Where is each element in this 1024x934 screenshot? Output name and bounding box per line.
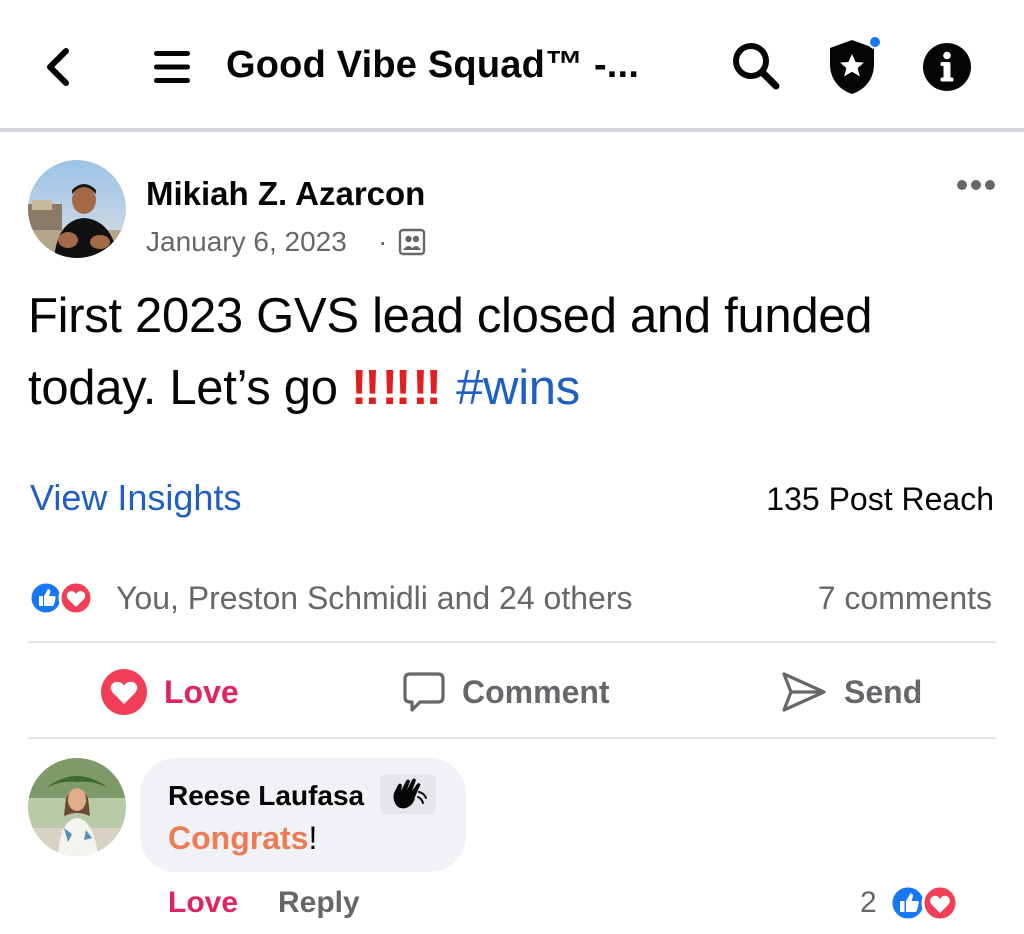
- menu-button[interactable]: [148, 42, 196, 92]
- author-avatar[interactable]: [28, 160, 126, 258]
- comment-icon: [403, 672, 445, 712]
- admin-shield-icon: [830, 35, 882, 94]
- like-reaction-icon: [889, 884, 927, 922]
- post-reach: 135 Post Reach: [766, 481, 994, 517]
- more-icon: [957, 180, 995, 190]
- waving-hand-icon: [393, 778, 427, 809]
- comment-highlight: Congrats: [168, 820, 309, 856]
- group-info-button[interactable]: [920, 40, 974, 94]
- love-reaction-icon: [58, 580, 94, 616]
- post-author-name[interactable]: Mikiah Z. Azarcon: [146, 174, 425, 214]
- hashtag-link[interactable]: #wins: [456, 361, 580, 415]
- send-icon: [782, 672, 826, 712]
- comment-reply-button[interactable]: Reply: [278, 884, 360, 922]
- comment-reactions[interactable]: [888, 884, 972, 922]
- search-button[interactable]: [728, 38, 784, 94]
- comment-button[interactable]: Comment: [402, 662, 610, 722]
- commenter-photo: [28, 758, 126, 856]
- like-reaction-icon: [28, 580, 64, 616]
- back-button[interactable]: [36, 42, 80, 92]
- group-audience-icon: [398, 228, 426, 256]
- post-body: First 2023 GVS lead closed and funded to…: [28, 280, 1008, 424]
- reaction-icons[interactable]: [28, 580, 108, 616]
- commenter-avatar[interactable]: [28, 758, 126, 856]
- comment-text: Congrats!: [168, 818, 317, 858]
- info-icon: [923, 43, 971, 91]
- group-title[interactable]: Good Vibe Squad™ -...: [226, 40, 639, 90]
- meta-separator: ·: [378, 226, 388, 257]
- back-icon: [47, 48, 69, 86]
- send-button[interactable]: Send: [780, 662, 922, 722]
- comments-count[interactable]: 7 comments: [818, 578, 992, 618]
- love-reaction-icon: [921, 884, 959, 922]
- admin-tools-button[interactable]: [822, 34, 882, 98]
- love-button[interactable]: Love: [100, 662, 239, 722]
- divider: [28, 737, 996, 739]
- post-date[interactable]: January 6, 2023: [146, 224, 347, 260]
- love-label: Love: [164, 674, 239, 710]
- author-photo: [28, 160, 126, 258]
- send-label: Send: [844, 674, 923, 710]
- comment-reaction-count: 2: [860, 886, 877, 919]
- view-insights-link[interactable]: View Insights: [30, 476, 241, 520]
- emphasis-emoji: ‼‼‼: [351, 361, 443, 415]
- reactors-summary[interactable]: You, Preston Schmidli and 24 others: [116, 578, 632, 618]
- post-options-button[interactable]: [952, 170, 1000, 200]
- comment-love-button[interactable]: Love: [168, 884, 238, 922]
- love-icon: [101, 669, 147, 715]
- search-icon: [733, 43, 780, 90]
- menu-icon: [154, 51, 190, 83]
- divider: [28, 641, 996, 643]
- wave-badge: [380, 774, 436, 814]
- post-text: First 2023 GVS lead closed and funded to…: [28, 289, 873, 415]
- comment-rest: !: [308, 820, 318, 856]
- comment-author-name[interactable]: Reese Laufasa: [168, 778, 364, 814]
- comment-label: Comment: [462, 674, 610, 710]
